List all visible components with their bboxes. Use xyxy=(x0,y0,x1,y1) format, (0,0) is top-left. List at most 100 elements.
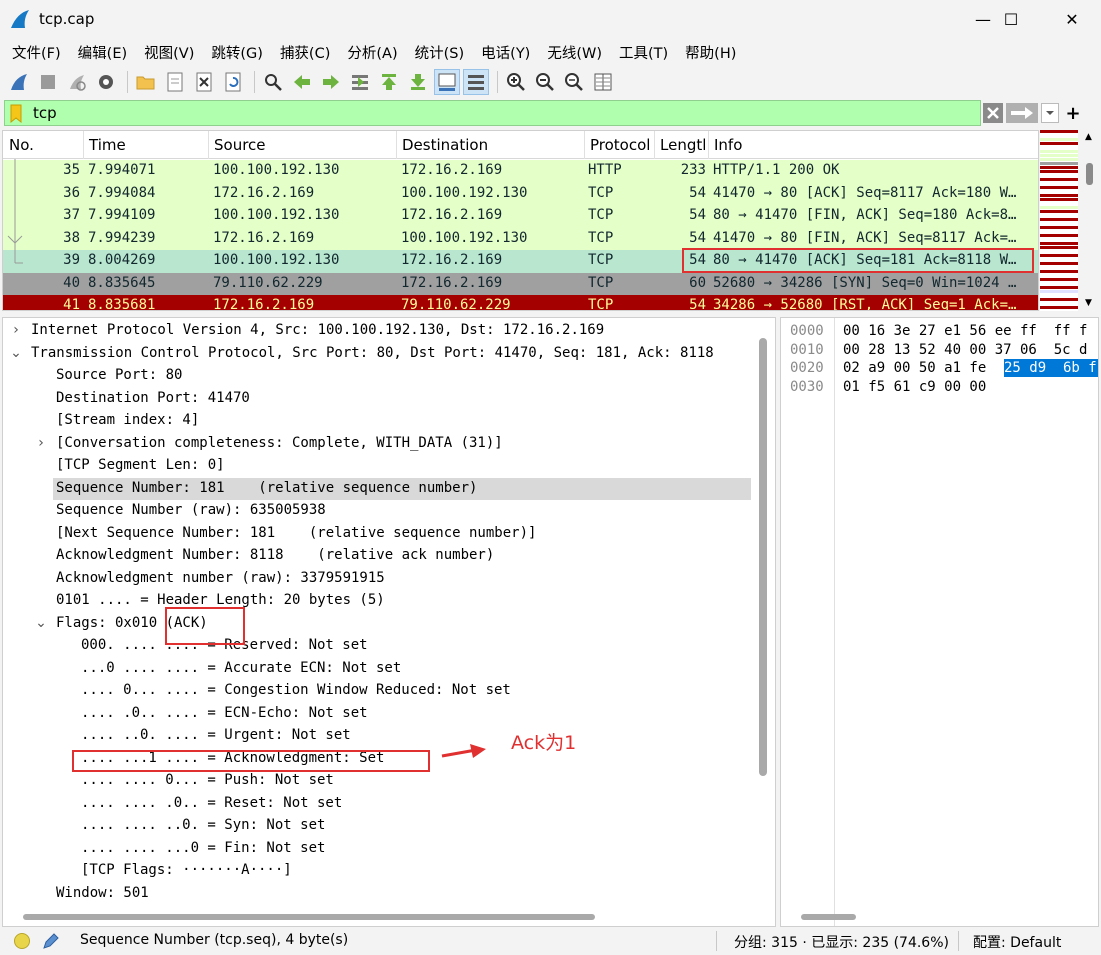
scrollbar-thumb[interactable] xyxy=(1086,163,1093,185)
detail-field[interactable]: [Next Sequence Number: 181 (relative seq… xyxy=(56,523,536,544)
save-file-icon[interactable] xyxy=(162,69,188,95)
zoom-out-icon[interactable] xyxy=(532,69,558,95)
display-filter-input[interactable]: tcp xyxy=(4,100,981,126)
byte-hex-selected[interactable]: 25 d9 6b f xyxy=(1004,359,1098,377)
clear-filter-icon[interactable] xyxy=(983,103,1003,123)
normal-size-icon[interactable] xyxy=(561,69,587,95)
colorize-icon[interactable] xyxy=(463,69,489,95)
menu-go[interactable]: 跳转(G) xyxy=(205,42,269,63)
detail-field[interactable]: ...0 .... .... = Accurate ECN: Not set xyxy=(81,658,401,679)
column-length[interactable]: Lengtl xyxy=(660,136,706,154)
minimap-stripe xyxy=(1040,242,1078,245)
details-vertical-scrollbar[interactable] xyxy=(759,338,767,776)
detail-field[interactable]: .... .... 0... = Push: Not set xyxy=(81,770,334,791)
byte-hex[interactable]: 02 a9 00 50 a1 fe xyxy=(843,359,995,377)
menu-wireless[interactable]: 无线(W) xyxy=(541,42,608,63)
edit-comment-icon[interactable] xyxy=(42,932,60,950)
scroll-down-icon[interactable]: ▼ xyxy=(1085,298,1092,308)
start-capture-icon[interactable] xyxy=(6,69,32,95)
menu-capture[interactable]: 捕获(C) xyxy=(274,42,336,63)
apply-filter-icon[interactable] xyxy=(1006,103,1038,123)
add-filter-button-icon[interactable]: + xyxy=(1063,102,1083,124)
detail-field[interactable]: Window: 501 xyxy=(56,883,149,904)
detail-field[interactable]: Source Port: 80 xyxy=(56,365,182,386)
menu-edit[interactable]: 编辑(E) xyxy=(72,42,133,63)
detail-field[interactable]: .... ..0. .... = Urgent: Not set xyxy=(81,725,351,746)
close-file-icon[interactable] xyxy=(191,69,217,95)
column-info[interactable]: Info xyxy=(714,136,742,154)
packet-list-scrollbar[interactable]: ▲ ▼ xyxy=(1080,130,1099,311)
detail-field[interactable]: Sequence Number: 181 (relative sequence … xyxy=(56,478,477,499)
go-to-packet-icon[interactable] xyxy=(347,69,373,95)
minimap-stripe xyxy=(1040,138,1078,141)
column-no[interactable]: No. xyxy=(9,136,34,154)
packet-row[interactable]: 40 8.835645 79.110.62.229 172.16.2.169 TCP 60… xyxy=(3,272,1038,295)
tree-expander-icon[interactable]: ⌄ xyxy=(9,343,23,364)
packet-cell-info: 41470 → 80 [FIN, ACK] Seq=8117 Ack=… xyxy=(713,229,1017,246)
detail-field[interactable]: Acknowledgment Number: 8118 (relative ac… xyxy=(56,545,494,566)
detail-field[interactable]: .... 0... .... = Congestion Window Reduc… xyxy=(81,680,511,701)
packet-row[interactable]: 36 7.994084 172.16.2.169 100.100.192.130 TCP… xyxy=(3,182,1038,205)
menu-tools[interactable]: 工具(T) xyxy=(613,42,674,63)
packet-row[interactable]: 37 7.994109 100.100.192.130 172.16.2.169 TCP… xyxy=(3,205,1038,228)
filter-history-dropdown[interactable] xyxy=(1041,103,1059,123)
detail-field[interactable]: Destination Port: 41470 xyxy=(56,388,250,409)
go-forward-icon[interactable] xyxy=(318,69,344,95)
menu-file[interactable]: 文件(F) xyxy=(6,42,67,63)
packet-row[interactable]: 38 7.994239 172.16.2.169 100.100.192.130 TCP… xyxy=(3,227,1038,250)
menu-help[interactable]: 帮助(H) xyxy=(679,42,742,63)
column-protocol[interactable]: Protocol xyxy=(590,136,650,154)
detail-field[interactable]: Acknowledgment number (raw): 3379591915 xyxy=(56,568,385,589)
packet-row[interactable]: 41 8.835681 172.16.2.169 79.110.62.229 TCP 54… xyxy=(3,295,1038,310)
auto-scroll-icon[interactable] xyxy=(434,69,460,95)
detail-field[interactable]: Transmission Control Protocol, Src Port:… xyxy=(31,343,714,364)
detail-field[interactable]: .... .... .0.. = Reset: Not set xyxy=(81,793,342,814)
reload-file-icon[interactable] xyxy=(220,69,246,95)
capture-options-icon[interactable] xyxy=(93,69,119,95)
detail-field[interactable]: Internet Protocol Version 4, Src: 100.10… xyxy=(31,320,604,341)
expert-info-icon[interactable] xyxy=(14,933,30,949)
detail-field[interactable]: [Conversation completeness: Complete, WI… xyxy=(56,433,503,454)
menu-statistics[interactable]: 统计(S) xyxy=(409,42,471,63)
maximize-button[interactable]: ☐ xyxy=(982,0,1040,38)
column-time[interactable]: Time xyxy=(89,136,126,154)
status-profile[interactable]: 配置: Default xyxy=(973,932,1061,952)
byte-hex[interactable]: 00 16 3e 27 e1 56 ee ff ff f xyxy=(843,322,1087,340)
column-source[interactable]: Source xyxy=(214,136,266,154)
tree-expander-icon[interactable]: › xyxy=(9,320,23,341)
packet-minimap[interactable] xyxy=(1040,130,1078,311)
detail-field[interactable]: [Stream index: 4] xyxy=(56,410,199,431)
minimap-stripe xyxy=(1040,142,1078,145)
go-first-packet-icon[interactable] xyxy=(376,69,402,95)
stop-capture-icon[interactable] xyxy=(35,69,61,95)
detail-field[interactable]: .... .0.. .... = ECN-Echo: Not set xyxy=(81,703,368,724)
zoom-in-icon[interactable] xyxy=(503,69,529,95)
byte-hex[interactable]: 00 28 13 52 40 00 37 06 5c d xyxy=(843,341,1087,359)
detail-field[interactable]: Sequence Number (raw): 635005938 xyxy=(56,500,326,521)
detail-field[interactable]: [TCP Segment Len: 0] xyxy=(56,455,225,476)
go-back-icon[interactable] xyxy=(289,69,315,95)
detail-field[interactable]: [TCP Flags: ·······A····] xyxy=(81,860,292,881)
close-button[interactable]: ✕ xyxy=(1043,0,1101,38)
scroll-up-icon[interactable]: ▲ xyxy=(1085,132,1092,142)
open-file-icon[interactable] xyxy=(133,69,159,95)
find-packet-icon[interactable] xyxy=(260,69,286,95)
detail-field[interactable]: .... .... ...0 = Fin: Not set xyxy=(81,838,325,859)
byte-hex[interactable]: 01 f5 61 c9 00 00 xyxy=(843,378,986,396)
details-horizontal-scrollbar[interactable] xyxy=(23,914,595,920)
column-destination[interactable]: Destination xyxy=(402,136,488,154)
detail-field[interactable]: .... .... ..0. = Syn: Not set xyxy=(81,815,325,836)
menu-view[interactable]: 视图(V) xyxy=(138,42,200,63)
bytes-horizontal-scrollbar[interactable] xyxy=(801,914,856,920)
menu-telephony[interactable]: 电话(Y) xyxy=(475,42,536,63)
annotation-ack-set-box xyxy=(72,750,430,772)
packet-row[interactable]: 35 7.994071 100.100.192.130 172.16.2.169 HTT… xyxy=(3,160,1038,183)
menu-analyze[interactable]: 分析(A) xyxy=(341,42,403,63)
go-last-packet-icon[interactable] xyxy=(405,69,431,95)
bookmark-icon[interactable] xyxy=(9,104,23,123)
restart-capture-icon[interactable] xyxy=(64,69,90,95)
tree-expander-icon[interactable]: ⌄ xyxy=(34,613,48,634)
resize-columns-icon[interactable] xyxy=(590,69,616,95)
status-bar: Sequence Number (tcp.seq), 4 byte(s) 分组:… xyxy=(0,927,1101,955)
tree-expander-icon[interactable]: › xyxy=(34,433,48,454)
